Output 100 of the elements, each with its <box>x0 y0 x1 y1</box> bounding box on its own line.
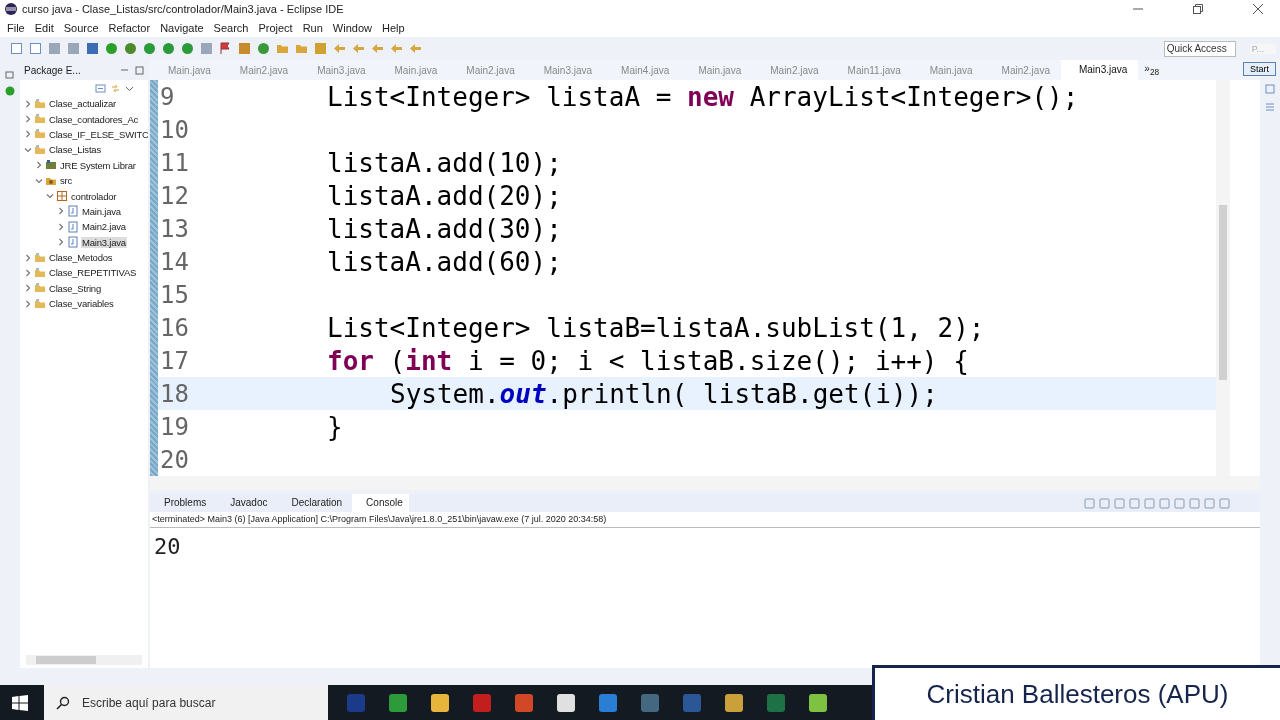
windows-logo-icon[interactable] <box>12 694 28 711</box>
horizontal-scrollbar[interactable] <box>150 476 1260 490</box>
menu-item[interactable]: File <box>2 21 30 34</box>
view-tab[interactable]: Javadoc <box>216 494 274 512</box>
tree-item[interactable]: Main2.java <box>81 221 127 233</box>
square-icon[interactable] <box>200 42 213 55</box>
square-icon[interactable] <box>67 42 80 55</box>
arrow-icon[interactable] <box>390 42 403 55</box>
collapsed-icon[interactable] <box>57 222 65 231</box>
collapsed-icon[interactable] <box>24 269 32 277</box>
console-tool-icon[interactable] <box>1144 497 1155 509</box>
expanded-icon[interactable] <box>46 192 54 201</box>
horizontal-scrollbar[interactable] <box>26 655 142 665</box>
view-tab[interactable]: Console <box>352 494 409 512</box>
collapsed-icon[interactable] <box>24 299 32 308</box>
folder-icon[interactable] <box>276 42 289 55</box>
tree-item[interactable]: Main3.java <box>81 236 127 248</box>
view-tab[interactable]: Declaration <box>277 494 349 512</box>
code-editor[interactable] <box>150 80 1260 476</box>
taskbar-search-field[interactable]: Escribe aquí para buscar <box>44 685 328 720</box>
app-icon[interactable] <box>430 692 450 713</box>
app-icon[interactable] <box>808 692 828 713</box>
editor-tab[interactable]: Main3.java <box>1060 60 1139 80</box>
flag-icon[interactable] <box>219 42 232 55</box>
collapsed-icon[interactable] <box>57 207 65 216</box>
code-line: System.out.println( listaB.get(i)); <box>390 378 938 409</box>
collapsed-icon[interactable] <box>24 284 32 293</box>
collapsed-icon[interactable] <box>24 253 32 262</box>
dot-icon[interactable] <box>105 42 118 55</box>
project-folder-icon <box>34 267 46 279</box>
project-folder-icon <box>34 297 46 310</box>
collapsed-icon[interactable] <box>24 99 32 108</box>
restore-icon[interactable] <box>5 70 15 80</box>
menu-item[interactable]: Search <box>208 21 254 34</box>
tree-item[interactable]: Clase_Metodos <box>48 252 114 264</box>
menu-item[interactable]: Project <box>253 21 298 34</box>
console-tool-icon[interactable] <box>1189 497 1200 509</box>
page-icon[interactable] <box>29 42 42 55</box>
tree-item[interactable]: Clase_String <box>48 282 102 294</box>
console-tool-icon[interactable] <box>1159 497 1170 509</box>
code-line: listaA.add(60); <box>327 246 562 277</box>
app-icon[interactable] <box>724 692 744 713</box>
arrow-icon[interactable] <box>352 42 365 55</box>
tree-item[interactable]: Clase_IF_ELSE_SWITC <box>48 128 148 140</box>
menu-item[interactable]: Window <box>327 21 377 34</box>
tree-item[interactable]: Clase_variables <box>48 298 115 310</box>
tree-item[interactable]: src <box>59 175 74 187</box>
console-tool-icon[interactable] <box>1099 497 1110 509</box>
menu-item[interactable]: Navigate <box>155 21 209 34</box>
search-input[interactable]: Escribe aquí para buscar <box>80 694 304 711</box>
code-line: listaA.add(30); <box>327 213 562 244</box>
menu-item[interactable]: Refactor <box>103 21 156 34</box>
page-icon[interactable] <box>10 42 23 55</box>
menu-item[interactable]: Source <box>58 21 104 34</box>
restore-icon[interactable] <box>1192 3 1204 15</box>
tree-item[interactable]: Clase_contadores_Ac <box>48 113 140 125</box>
line-number: 11 <box>159 148 190 177</box>
arrow-icon[interactable] <box>409 42 422 55</box>
collapsed-icon[interactable] <box>57 238 65 247</box>
console-tool-icon[interactable] <box>1204 497 1215 509</box>
collapsed-icon[interactable] <box>24 130 32 139</box>
vertical-scrollbar[interactable] <box>1216 80 1230 476</box>
line-number: 16 <box>159 313 190 342</box>
close-icon[interactable] <box>1252 3 1264 15</box>
project-folder-icon <box>34 128 46 141</box>
expanded-icon[interactable] <box>24 145 32 154</box>
maximize-icon[interactable] <box>135 65 144 75</box>
tree-item[interactable]: Clase_actualizar <box>48 98 118 110</box>
tree-item[interactable]: controlador <box>70 190 118 202</box>
tree-item[interactable]: Clase_Listas <box>48 144 102 156</box>
project-folder-icon <box>34 97 46 110</box>
console-tool-icon[interactable] <box>1084 497 1095 509</box>
arrow-icon[interactable] <box>333 42 346 55</box>
console-tool-icon[interactable] <box>1174 497 1185 509</box>
app-icon[interactable] <box>556 692 576 713</box>
circle-icon[interactable] <box>257 42 270 55</box>
more-tabs-button[interactable]: »$_{28}$ <box>1144 63 1160 77</box>
arrow-icon[interactable] <box>371 42 384 55</box>
tree-item[interactable]: Clase_REPETITIVAS <box>48 267 138 279</box>
line-number: 9 <box>159 82 176 111</box>
console-tool-icon[interactable] <box>1114 497 1125 509</box>
list-icon[interactable] <box>1265 102 1275 112</box>
tree-item[interactable]: Main.java <box>81 205 122 217</box>
expanded-icon[interactable] <box>35 176 43 185</box>
console-tool-icon[interactable] <box>1219 497 1230 509</box>
collapse-icon[interactable] <box>95 82 106 94</box>
status-dot-icon[interactable] <box>5 86 15 96</box>
quick-access-field[interactable]: Quick Access <box>1163 40 1236 57</box>
tree-item[interactable]: JRE System Librar <box>59 159 137 171</box>
square-icon[interactable] <box>48 42 61 55</box>
collapsed-icon[interactable] <box>35 161 43 170</box>
console-tool-icon[interactable] <box>1129 497 1140 509</box>
code-line: for (int i = 0; i < listaB.size(); i++) { <box>327 345 969 376</box>
menu-item[interactable]: Edit <box>29 21 59 34</box>
collapsed-icon[interactable] <box>24 115 32 124</box>
outline-icon[interactable] <box>1265 84 1275 94</box>
view-tab[interactable]: Problems <box>150 494 213 512</box>
folder-icon[interactable] <box>295 42 308 55</box>
menu-item[interactable]: Help <box>377 21 410 34</box>
menu-item[interactable]: Run <box>297 21 328 34</box>
